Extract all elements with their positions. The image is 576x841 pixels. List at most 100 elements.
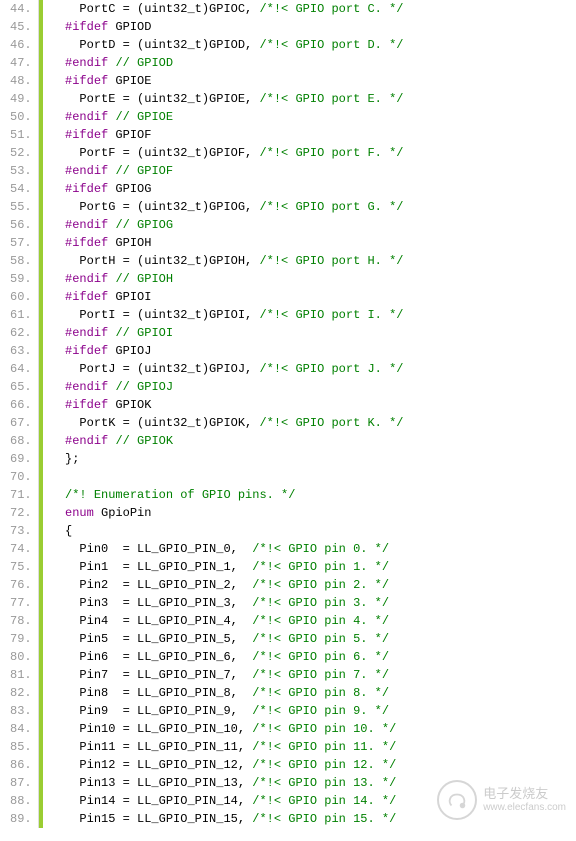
token-comment: /*!< GPIO pin 12. */ xyxy=(252,758,396,772)
code-line[interactable]: #ifdef GPIOK xyxy=(51,396,576,414)
line-number: 59. xyxy=(10,270,32,288)
token-punct: )GPIOE, xyxy=(202,92,260,106)
token-comment: /*!< GPIO port C. */ xyxy=(259,2,403,16)
code-line[interactable]: #endif // GPIOF xyxy=(51,162,576,180)
token-ident: GPIOK xyxy=(108,398,151,412)
token-comment: /*!< GPIO pin 11. */ xyxy=(252,740,396,754)
token-ident: GPIOD xyxy=(108,20,151,34)
token-pp: #endif xyxy=(65,380,108,394)
code-line[interactable]: #endif // GPIOK xyxy=(51,432,576,450)
code-line[interactable]: #endif // GPIOD xyxy=(51,54,576,72)
code-line[interactable] xyxy=(51,468,576,486)
code-line[interactable]: /*! Enumeration of GPIO pins. */ xyxy=(51,486,576,504)
code-line[interactable]: Pin0 = LL_GPIO_PIN_0, /*!< GPIO pin 0. *… xyxy=(51,540,576,558)
token-punct: PortH = ( xyxy=(79,254,144,268)
token-pp: #endif xyxy=(65,110,108,124)
token-punct: PortD = ( xyxy=(79,38,144,52)
code-line[interactable]: #ifdef GPIOG xyxy=(51,180,576,198)
code-line[interactable]: #ifdef GPIOI xyxy=(51,288,576,306)
code-line[interactable]: PortE = (uint32_t)GPIOE, /*!< GPIO port … xyxy=(51,90,576,108)
token-punct: Pin1 = LL_GPIO_PIN_1, xyxy=(79,560,252,574)
line-number: 62. xyxy=(10,324,32,342)
code-line[interactable]: PortC = (uint32_t)GPIOC, /*!< GPIO port … xyxy=(51,0,576,18)
line-number: 89. xyxy=(10,810,32,828)
line-number: 80. xyxy=(10,648,32,666)
token-punct: }; xyxy=(65,452,79,466)
code-line[interactable]: Pin8 = LL_GPIO_PIN_8, /*!< GPIO pin 8. *… xyxy=(51,684,576,702)
line-number: 74. xyxy=(10,540,32,558)
code-line[interactable]: Pin10 = LL_GPIO_PIN_10, /*!< GPIO pin 10… xyxy=(51,720,576,738)
token-comment: /*!< GPIO pin 6. */ xyxy=(252,650,389,664)
token-comment: /*!< GPIO pin 9. */ xyxy=(252,704,389,718)
code-line[interactable]: enum GpioPin xyxy=(51,504,576,522)
code-line[interactable]: PortJ = (uint32_t)GPIOJ, /*!< GPIO port … xyxy=(51,360,576,378)
code-line[interactable]: Pin4 = LL_GPIO_PIN_4, /*!< GPIO pin 4. *… xyxy=(51,612,576,630)
line-number-gutter: 44.45.46.47.48.49.50.51.52.53.54.55.56.5… xyxy=(0,0,39,828)
code-line[interactable]: #endif // GPIOJ xyxy=(51,378,576,396)
token-punct: )GPIOJ, xyxy=(202,362,260,376)
token-comment: /*!< GPIO port G. */ xyxy=(259,200,403,214)
code-line[interactable]: }; xyxy=(51,450,576,468)
code-line[interactable]: { xyxy=(51,522,576,540)
watermark-url: www.elecfans.com xyxy=(483,802,566,814)
line-number: 56. xyxy=(10,216,32,234)
watermark-cn: 电子发烧友 xyxy=(483,786,566,802)
code-line[interactable]: PortI = (uint32_t)GPIOI, /*!< GPIO port … xyxy=(51,306,576,324)
code-line[interactable]: Pin7 = LL_GPIO_PIN_7, /*!< GPIO pin 7. *… xyxy=(51,666,576,684)
code-line[interactable]: #ifdef GPIOJ xyxy=(51,342,576,360)
line-number: 51. xyxy=(10,126,32,144)
code-line[interactable]: Pin1 = LL_GPIO_PIN_1, /*!< GPIO pin 1. *… xyxy=(51,558,576,576)
token-comment: /*!< GPIO port J. */ xyxy=(259,362,403,376)
token-pp: #endif xyxy=(65,56,108,70)
code-line[interactable]: Pin6 = LL_GPIO_PIN_6, /*!< GPIO pin 6. *… xyxy=(51,648,576,666)
token-type: uint32_t xyxy=(144,254,202,268)
code-line[interactable]: #endif // GPIOG xyxy=(51,216,576,234)
token-type: uint32_t xyxy=(144,2,202,16)
code-line[interactable]: Pin9 = LL_GPIO_PIN_9, /*!< GPIO pin 9. *… xyxy=(51,702,576,720)
token-punct: { xyxy=(65,524,72,538)
code-line[interactable]: Pin11 = LL_GPIO_PIN_11, /*!< GPIO pin 11… xyxy=(51,738,576,756)
token-pp: #endif xyxy=(65,218,108,232)
token-pp: #ifdef xyxy=(65,20,108,34)
code-line[interactable]: #endif // GPIOH xyxy=(51,270,576,288)
line-number: 61. xyxy=(10,306,32,324)
token-punct: Pin9 = LL_GPIO_PIN_9, xyxy=(79,704,252,718)
line-number: 84. xyxy=(10,720,32,738)
code-line[interactable]: #ifdef GPIOE xyxy=(51,72,576,90)
token-punct: Pin14 = LL_GPIO_PIN_14, xyxy=(79,794,252,808)
code-line[interactable]: PortF = (uint32_t)GPIOF, /*!< GPIO port … xyxy=(51,144,576,162)
code-line[interactable]: PortG = (uint32_t)GPIOG, /*!< GPIO port … xyxy=(51,198,576,216)
token-punct: )GPIOF, xyxy=(202,146,260,160)
token-pp: #endif xyxy=(65,164,108,178)
token-pp: #ifdef xyxy=(65,344,108,358)
token-comment: // GPIOF xyxy=(115,164,173,178)
line-number: 50. xyxy=(10,108,32,126)
token-punct: Pin11 = LL_GPIO_PIN_11, xyxy=(79,740,252,754)
code-line[interactable]: Pin3 = LL_GPIO_PIN_3, /*!< GPIO pin 3. *… xyxy=(51,594,576,612)
code-line[interactable]: #ifdef GPIOF xyxy=(51,126,576,144)
line-number: 87. xyxy=(10,774,32,792)
line-number: 82. xyxy=(10,684,32,702)
line-number: 67. xyxy=(10,414,32,432)
token-type: uint32_t xyxy=(144,416,202,430)
line-number: 88. xyxy=(10,792,32,810)
code-line[interactable]: #ifdef GPIOD xyxy=(51,18,576,36)
line-number: 46. xyxy=(10,36,32,54)
code-line[interactable]: #endif // GPIOE xyxy=(51,108,576,126)
token-comment: /*!< GPIO port E. */ xyxy=(259,92,403,106)
code-line[interactable]: Pin12 = LL_GPIO_PIN_12, /*!< GPIO pin 12… xyxy=(51,756,576,774)
token-comment: /*! Enumeration of GPIO pins. */ xyxy=(65,488,295,502)
code-area[interactable]: PortC = (uint32_t)GPIOC, /*!< GPIO port … xyxy=(43,0,576,828)
code-line[interactable]: #ifdef GPIOH xyxy=(51,234,576,252)
code-line[interactable]: #endif // GPIOI xyxy=(51,324,576,342)
token-punct: Pin10 = LL_GPIO_PIN_10, xyxy=(79,722,252,736)
line-number: 54. xyxy=(10,180,32,198)
code-line[interactable]: PortH = (uint32_t)GPIOH, /*!< GPIO port … xyxy=(51,252,576,270)
code-line[interactable]: PortD = (uint32_t)GPIOD, /*!< GPIO port … xyxy=(51,36,576,54)
token-ident: GPIOE xyxy=(108,74,151,88)
token-pp: #ifdef xyxy=(65,182,108,196)
code-line[interactable]: PortK = (uint32_t)GPIOK, /*!< GPIO port … xyxy=(51,414,576,432)
code-line[interactable]: Pin5 = LL_GPIO_PIN_5, /*!< GPIO pin 5. *… xyxy=(51,630,576,648)
code-line[interactable]: Pin2 = LL_GPIO_PIN_2, /*!< GPIO pin 2. *… xyxy=(51,576,576,594)
line-number: 60. xyxy=(10,288,32,306)
